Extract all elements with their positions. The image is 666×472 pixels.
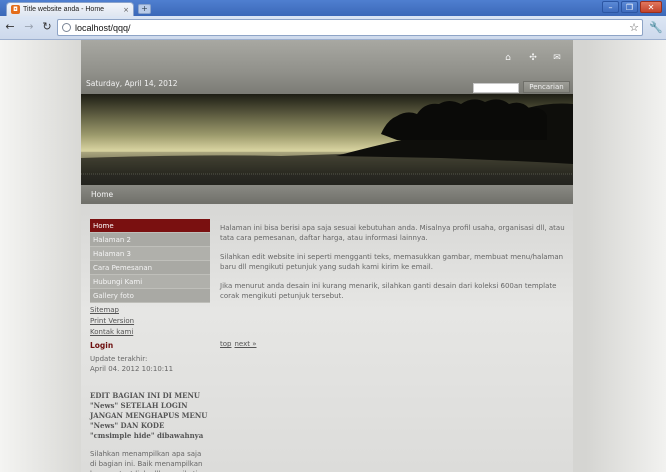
update-date: April 04. 2012 10:10:11	[90, 365, 174, 373]
sidebar-item-cara-pemesanan[interactable]: Cara Pemesanan	[90, 261, 210, 275]
tab-title: Title website anda - Home	[23, 6, 105, 13]
sidebar-item-halaman-3[interactable]: Halaman 3	[90, 247, 210, 261]
favicon-icon: ◘	[11, 5, 20, 14]
sitemap-link[interactable]: Sitemap	[90, 306, 210, 314]
minimize-button[interactable]: –	[602, 1, 619, 13]
sidebar-item-halaman-2[interactable]: Halaman 2	[90, 233, 210, 247]
sidebar-paragraph: Silahkan menampilkan apa saja di bagian …	[90, 450, 203, 472]
sidebar-menu: Home Halaman 2 Halaman 3 Cara Pemesanan …	[90, 219, 210, 303]
main-menu-bar: Home	[81, 185, 573, 204]
date-bar: Saturday, April 14, 2012 Pencarian	[81, 74, 573, 94]
page-nav-links: top next »	[220, 340, 260, 348]
print-version-link[interactable]: Print Version	[90, 317, 210, 325]
back-arrow-icon[interactable]: ←	[3, 20, 17, 34]
browser-toolbar: ← → ↻ localhost/qqq/ ☆ 🔧	[0, 16, 666, 40]
new-tab-button[interactable]: +	[138, 4, 151, 14]
globe-icon	[62, 23, 71, 32]
sidebar-item-home[interactable]: Home	[90, 219, 210, 233]
tab-close-icon[interactable]: ×	[123, 6, 129, 14]
content-paragraph-1: Halaman ini bisa berisi apa saja sesuai …	[220, 224, 565, 242]
update-label: Update terakhir:	[90, 355, 148, 363]
reload-icon[interactable]: ↻	[40, 20, 54, 34]
wrench-icon[interactable]: 🔧	[649, 21, 663, 34]
edit-note-heading: EDIT BAGIAN INI DI MENU "News" SETELAH L…	[90, 391, 208, 440]
sidebar: Home Halaman 2 Halaman 3 Cara Pemesanan …	[90, 219, 210, 472]
login-link[interactable]: Login	[90, 341, 210, 350]
current-date: Saturday, April 14, 2012	[86, 79, 178, 88]
site-header-top: ⌂ ✣ ✉	[81, 40, 573, 74]
sidebar-links: Sitemap Print Version Kontak kami	[90, 306, 210, 336]
browser-tab[interactable]: ◘ Title website anda - Home ×	[6, 2, 134, 16]
site-container: ⌂ ✣ ✉ Saturday, April 14, 2012 Pencarian	[81, 40, 573, 472]
page-viewport: ⌂ ✣ ✉ Saturday, April 14, 2012 Pencarian	[0, 40, 666, 472]
sidebar-item-gallery-foto[interactable]: Gallery foto	[90, 289, 210, 303]
kontak-kami-link[interactable]: Kontak kami	[90, 328, 210, 336]
address-bar[interactable]: localhost/qqq/ ☆	[57, 19, 643, 36]
sidebar-item-hubungi-kami[interactable]: Hubungi Kami	[90, 275, 210, 289]
main-content: Halaman ini bisa berisi apa saja sesuai …	[220, 223, 565, 310]
url-text[interactable]: localhost/qqq/	[75, 23, 629, 33]
search-input[interactable]	[473, 83, 519, 93]
next-link[interactable]: next »	[234, 340, 256, 348]
forward-arrow-icon[interactable]: →	[22, 20, 36, 34]
top-link[interactable]: top	[220, 340, 231, 348]
home-icon[interactable]: ⌂	[502, 52, 514, 64]
sitemap-icon[interactable]: ✣	[527, 52, 539, 64]
header-banner-image	[81, 94, 573, 185]
mail-icon[interactable]: ✉	[551, 52, 563, 64]
close-window-button[interactable]: ✕	[640, 1, 662, 13]
content-paragraph-3: Jika menurut anda desain ini kurang mena…	[220, 282, 557, 300]
maximize-button[interactable]: ❐	[621, 1, 638, 13]
content-paragraph-2: Silahkan edit website ini seperti mengga…	[220, 253, 564, 271]
menu-home-link[interactable]: Home	[91, 190, 113, 199]
banner-landscape	[81, 94, 573, 185]
bookmark-star-icon[interactable]: ☆	[629, 21, 639, 34]
window-titlebar: ◘ Title website anda - Home × + – ❐ ✕	[0, 0, 666, 16]
site-body: Home Halaman 2 Halaman 3 Cara Pemesanan …	[81, 204, 573, 472]
search-button[interactable]: Pencarian	[523, 81, 570, 93]
